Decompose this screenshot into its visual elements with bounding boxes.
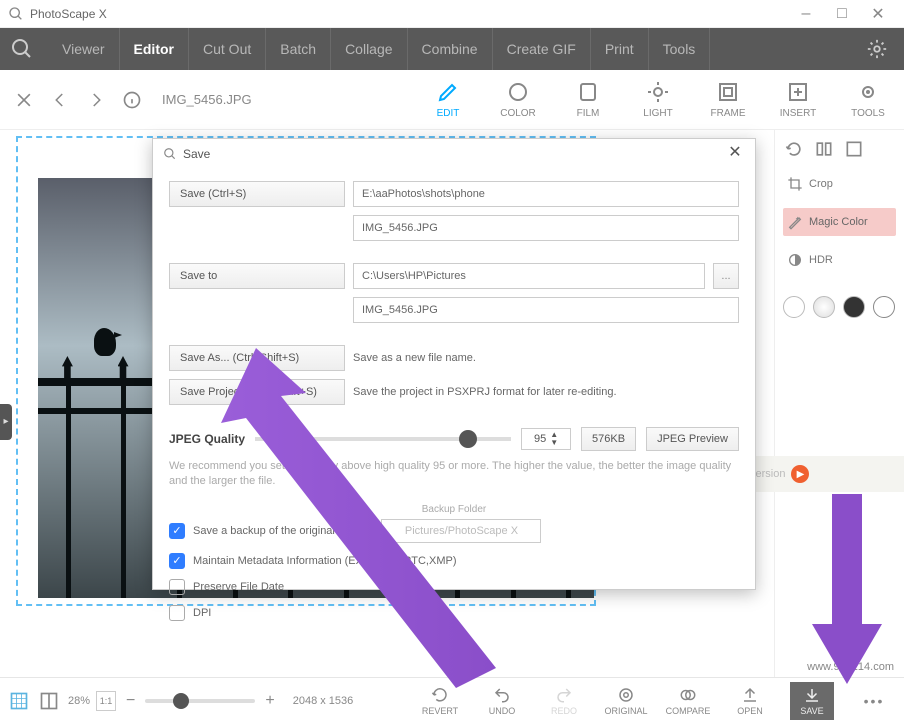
original-button[interactable]: ORIGINAL — [604, 682, 648, 720]
jpeg-quality-slider[interactable] — [255, 437, 511, 441]
dialog-app-icon — [163, 147, 177, 161]
save-ctrl-s-button[interactable]: Save (Ctrl+S) — [169, 181, 345, 207]
jpeg-preview-button[interactable]: JPEG Preview — [646, 427, 739, 451]
dpi-label: DPI — [193, 607, 211, 619]
zoom-out-button[interactable]: − — [122, 692, 139, 710]
preserve-date-label: Preserve File Date — [193, 581, 284, 593]
saveto-filename-field[interactable]: IMG_5456.JPG — [353, 297, 739, 323]
dpi-checkbox[interactable] — [169, 605, 185, 621]
jpeg-size-button[interactable]: 576KB — [581, 427, 636, 451]
swatch-gray[interactable] — [813, 296, 835, 318]
nav-creategif[interactable]: Create GIF — [493, 28, 591, 70]
backup-checkbox[interactable]: ✓ — [169, 523, 185, 539]
save-as-button[interactable]: Save As... (Ctrl+Shift+S) — [169, 345, 345, 371]
zoom-slider[interactable] — [145, 699, 255, 703]
jpeg-quality-hint: We recommend you set the quality above h… — [169, 459, 739, 490]
flip-icon[interactable] — [813, 138, 835, 160]
next-image-button[interactable] — [84, 88, 108, 112]
notification-dot[interactable]: ▶ — [791, 465, 809, 483]
tab-insert[interactable]: INSERT — [774, 80, 822, 119]
prev-image-button[interactable] — [48, 88, 72, 112]
tab-color[interactable]: COLOR — [494, 80, 542, 119]
crop-tool[interactable]: Crop — [783, 170, 896, 198]
save-filename-field[interactable]: IMG_5456.JPG — [353, 215, 739, 241]
save-project-button[interactable]: Save Project... (Alt+Shift+S) — [169, 379, 345, 405]
tab-frame[interactable]: FRAME — [704, 80, 752, 119]
app-title: PhotoScape X — [30, 7, 788, 21]
nav-cutout[interactable]: Cut Out — [189, 28, 266, 70]
zoom-in-button[interactable]: + — [261, 692, 278, 710]
resize-icon[interactable] — [843, 138, 865, 160]
nav-editor[interactable]: Editor — [120, 28, 189, 70]
settings-gear-icon[interactable] — [866, 38, 888, 60]
backup-check-label: Save a backup of the original photo — [193, 525, 365, 537]
info-button[interactable] — [120, 88, 144, 112]
dialog-close-button[interactable]: ✕ — [725, 144, 745, 164]
compare-button[interactable]: COMPARE — [666, 682, 710, 720]
version-strip: version ▶ — [744, 456, 904, 492]
swatch-drop[interactable] — [873, 296, 895, 318]
bottom-bar: 28% 1:1 − + 2048 x 1536 REVERT UNDO REDO… — [0, 677, 904, 723]
dialog-titlebar[interactable]: Save ✕ — [153, 139, 755, 169]
right-panel: Crop Magic Color HDR — [774, 130, 904, 677]
window-minimize-button[interactable]: – — [788, 1, 824, 27]
save-dialog: Save ✕ Save (Ctrl+S) E:\aaPhotos\shots\p… — [152, 138, 756, 590]
zoom-value: 28% — [68, 695, 90, 707]
backup-folder-label: Backup Folder — [169, 504, 739, 515]
watermark-url: www.989214.com — [807, 661, 894, 673]
redo-button[interactable]: REDO — [542, 682, 586, 720]
tab-film[interactable]: FILM — [564, 80, 612, 119]
saveto-path-field[interactable]: C:\Users\HP\Pictures — [353, 263, 705, 289]
nav-combine[interactable]: Combine — [408, 28, 493, 70]
metadata-check-label: Maintain Metadata Information (EXIF,GPS,… — [193, 555, 456, 567]
tab-tools[interactable]: TOOLS — [844, 80, 892, 119]
image-content — [94, 328, 116, 356]
split-view-icon[interactable] — [38, 690, 60, 712]
undo-button[interactable]: UNDO — [480, 682, 524, 720]
close-file-button[interactable] — [12, 88, 36, 112]
open-button[interactable]: OPEN — [728, 682, 772, 720]
search-icon[interactable] — [10, 37, 34, 61]
window-close-button[interactable]: ✕ — [860, 1, 896, 27]
save-path-field[interactable]: E:\aaPhotos\shots\phone — [353, 181, 739, 207]
magic-color-tool[interactable]: Magic Color — [783, 208, 896, 236]
save-button[interactable]: SAVE — [790, 682, 834, 720]
swatch-white[interactable] — [783, 296, 805, 318]
backup-folder-field[interactable]: Pictures/PhotoScape X — [381, 519, 541, 543]
nav-print[interactable]: Print — [591, 28, 649, 70]
nav-collage[interactable]: Collage — [331, 28, 407, 70]
tab-light[interactable]: LIGHT — [634, 80, 682, 119]
nav-batch[interactable]: Batch — [266, 28, 331, 70]
jpeg-quality-label: JPEG Quality — [169, 432, 245, 446]
jpeg-quality-value[interactable]: 95▲▼ — [521, 428, 571, 450]
metadata-checkbox[interactable]: ✓ — [169, 553, 185, 569]
window-titlebar: PhotoScape X – □ ✕ — [0, 0, 904, 28]
app-logo-icon — [8, 6, 24, 22]
main-nav: Viewer Editor Cut Out Batch Collage Comb… — [0, 28, 904, 70]
rotate-left-icon[interactable] — [783, 138, 805, 160]
save-project-desc: Save the project in PSXPRJ format for la… — [353, 386, 739, 398]
nav-tools[interactable]: Tools — [649, 28, 711, 70]
preserve-date-checkbox[interactable] — [169, 579, 185, 595]
backup-checkbox-row: ✓ Save a backup of the original photo Pi… — [169, 519, 739, 543]
nav-viewer[interactable]: Viewer — [48, 28, 120, 70]
current-filename: IMG_5456.JPG — [162, 92, 252, 107]
save-to-button[interactable]: Save to — [169, 263, 345, 289]
fit-icon[interactable]: 1:1 — [96, 691, 116, 711]
dialog-title: Save — [183, 147, 725, 161]
editor-toolbar: IMG_5456.JPG EDIT COLOR FILM LIGHT FRAME… — [0, 70, 904, 130]
grid-toggle-icon[interactable] — [8, 690, 30, 712]
window-maximize-button[interactable]: □ — [824, 1, 860, 27]
save-as-desc: Save as a new file name. — [353, 352, 739, 364]
more-button[interactable]: ••• — [852, 682, 896, 720]
image-dimensions: 2048 x 1536 — [293, 695, 354, 707]
browse-folder-button[interactable]: ... — [713, 263, 739, 289]
color-swatches — [783, 296, 896, 318]
tab-edit[interactable]: EDIT — [424, 80, 472, 119]
revert-button[interactable]: REVERT — [418, 682, 462, 720]
hdr-tool[interactable]: HDR — [783, 246, 896, 274]
zoom-controls: 28% 1:1 − + — [68, 691, 279, 711]
swatch-black[interactable] — [843, 296, 865, 318]
